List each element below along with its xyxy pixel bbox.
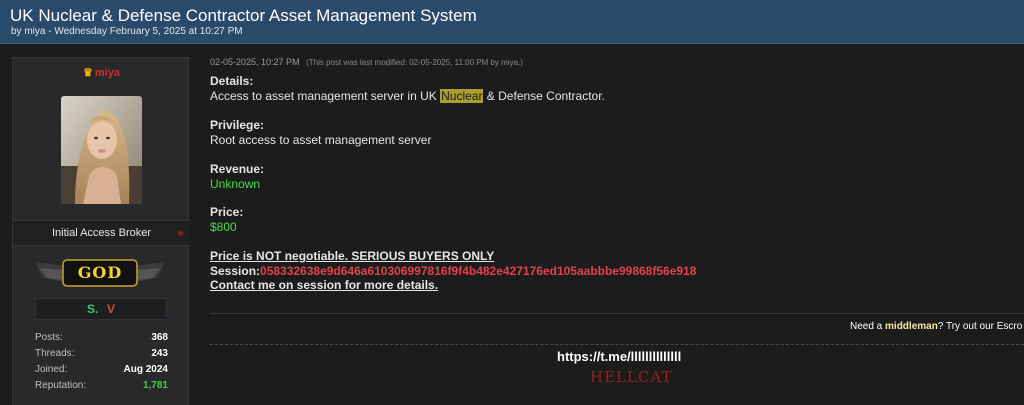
avatar[interactable] xyxy=(61,96,142,204)
privilege-section: Privilege: Root access to asset manageme… xyxy=(210,118,431,147)
signature-divider xyxy=(210,344,1024,345)
offline-status-icon xyxy=(178,231,183,236)
price-section: Price: $800 xyxy=(210,205,243,234)
details-text: Access to asset management server in UK … xyxy=(210,88,605,103)
negotiable-notice: Price is NOT negotiable. SERIOUS BUYERS … xyxy=(210,249,495,263)
escrow-banner[interactable]: Need a middleman? Try out our Escro xyxy=(850,321,1022,332)
award-s-icon[interactable]: S. xyxy=(87,302,98,316)
contact-note: Contact me on session for more details. xyxy=(210,278,439,292)
stat-value: 368 xyxy=(151,332,168,343)
stat-value: 243 xyxy=(151,348,168,359)
thread-byline: by miya - Wednesday February 5, 2025 at … xyxy=(11,26,243,37)
details-section: Details: Access to asset management serv… xyxy=(210,74,605,103)
post-divider xyxy=(210,313,1024,314)
search-highlight: Nuclear xyxy=(440,88,484,103)
user-title-bar: Initial Access Broker xyxy=(13,220,190,246)
stat-label: Threads: xyxy=(35,348,75,359)
privilege-label: Privilege: xyxy=(210,118,265,132)
awards-box: S. V xyxy=(35,298,167,320)
stat-label: Reputation: xyxy=(35,380,87,391)
thread-header: UK Nuclear & Defense Contractor Asset Ma… xyxy=(0,0,1024,44)
avatar-image xyxy=(61,96,142,204)
post-meta: 02-05-2025, 10:27 PM (This post was last… xyxy=(210,57,523,67)
stat-posts: Posts: 368 xyxy=(35,332,168,348)
user-stats: Posts: 368 Threads: 243 Joined: Aug 2024… xyxy=(35,332,168,396)
revenue-label: Revenue: xyxy=(210,162,265,176)
stat-value: Aug 2024 xyxy=(123,364,168,375)
user-title: Initial Access Broker xyxy=(51,227,152,239)
reputation-value[interactable]: 1,781 xyxy=(143,380,168,391)
session-id: 058332638e9d646a610306997816f9f4b482e427… xyxy=(260,263,697,278)
price-value: $800 xyxy=(210,219,237,234)
signature-telegram-link[interactable]: https://t.me/llllllllllllll xyxy=(557,349,681,364)
username: miya xyxy=(94,67,120,79)
privilege-value: Root access to asset management server xyxy=(210,132,432,147)
post: ♛ miya Initial Access Broker GOD S. V Po… xyxy=(0,44,1024,405)
stat-label: Joined: xyxy=(35,364,68,375)
stat-label: Posts: xyxy=(35,332,63,343)
post-modified-note: (This post was last modified: 02-05-2025… xyxy=(306,58,523,67)
revenue-section: Revenue: Unknown xyxy=(210,162,264,191)
rank-badge: GOD xyxy=(35,256,165,290)
stat-threads: Threads: 243 xyxy=(35,348,168,364)
thread-title: UK Nuclear & Defense Contractor Asset Ma… xyxy=(10,6,477,25)
user-sidebar: ♛ miya Initial Access Broker GOD S. V Po… xyxy=(12,57,190,405)
post-date[interactable]: 02-05-2025, 10:27 PM xyxy=(210,57,300,67)
crown-icon: ♛ xyxy=(83,67,93,79)
price-label: Price: xyxy=(210,205,244,219)
terms-section: Price is NOT negotiable. SERIOUS BUYERS … xyxy=(210,249,696,293)
stat-reputation: Reputation: 1,781 xyxy=(35,380,168,396)
middleman-link[interactable]: middleman xyxy=(885,321,938,332)
revenue-value: Unknown xyxy=(210,176,261,191)
signature-name: HELLCAT xyxy=(590,368,673,386)
stat-joined: Joined: Aug 2024 xyxy=(35,364,168,380)
username-link[interactable]: ♛ miya xyxy=(13,66,190,79)
session-line: Session:058332638e9d646a610306997816f9f4… xyxy=(210,264,696,279)
award-v-icon[interactable]: V xyxy=(107,302,115,316)
session-label: Session: xyxy=(210,263,261,278)
details-label: Details: xyxy=(210,74,254,88)
rank-label: GOD xyxy=(77,263,123,282)
